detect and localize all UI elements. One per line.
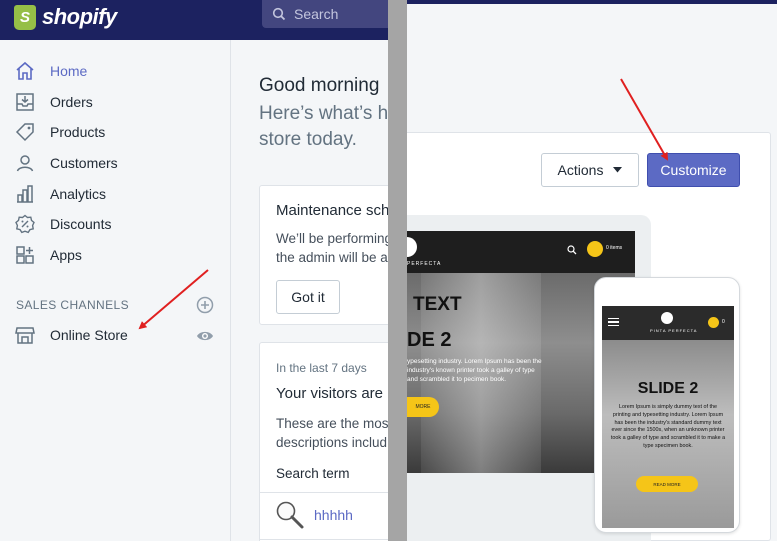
home-icon: [16, 61, 34, 80]
eye-icon[interactable]: [196, 327, 214, 345]
preview-text-heading: TEXT: [413, 294, 462, 315]
preview-slide-title: DE 2: [407, 329, 452, 351]
maintenance-text-line2: the admin will be a: [276, 250, 388, 265]
visitors-card: In the last 7 days Your visitors are The…: [259, 342, 388, 541]
add-channel-icon[interactable]: [196, 296, 214, 314]
orders-icon: [16, 93, 34, 111]
shopify-logo[interactable]: S shopify: [14, 2, 117, 32]
preview-logo-icon: [407, 237, 417, 257]
got-it-button[interactable]: Got it: [276, 280, 340, 314]
store-icon: [15, 327, 35, 344]
sales-channels-title: SALES CHANNELS: [16, 298, 129, 312]
sidebar-item-products[interactable]: Products: [14, 120, 105, 144]
divider: [260, 492, 388, 493]
sidebar-item-online-store[interactable]: Online Store: [14, 323, 128, 347]
sidebar-item-discounts[interactable]: Discounts: [14, 212, 111, 236]
customers-icon: [16, 155, 34, 172]
mobile-hero-slide: SLIDE 2 Lorem Ipsum is simply dummy text…: [602, 340, 734, 528]
sidebar-item-label: Discounts: [50, 216, 112, 232]
preview-search-icon: [567, 245, 577, 255]
mobile-theme-preview: PINTA PERFECTA 0 SLIDE 2 Lorem Ipsum is …: [594, 277, 740, 533]
search-bar[interactable]: Search: [262, 0, 388, 28]
greeting-subtitle-line2: store today.: [259, 129, 357, 150]
actions-dropdown-button[interactable]: Actions: [541, 153, 639, 187]
sidebar-item-label: Orders: [50, 94, 93, 110]
sidebar-item-orders[interactable]: Orders: [14, 90, 93, 114]
maintenance-title: Maintenance sch: [276, 202, 388, 219]
mobile-slide-title: SLIDE 2: [637, 380, 699, 397]
preview-read-more: MORE: [407, 397, 439, 417]
greeting-title: Good morning: [259, 75, 380, 96]
shopify-bag-icon: S: [14, 4, 36, 30]
sidebar: Home Orders Products Customers Analytics…: [0, 40, 231, 541]
visitors-period: In the last 7 days: [276, 361, 367, 375]
sidebar-item-label: Analytics: [50, 186, 107, 202]
top-bar-edge: [407, 0, 777, 4]
mobile-read-more: READ MORE: [636, 476, 698, 492]
preview-navbar: PERFECTA 0 items: [407, 231, 635, 273]
discount-icon: [15, 214, 35, 234]
mobile-navbar: PINTA PERFECTA 0: [602, 306, 734, 340]
sidebar-item-analytics[interactable]: Analytics: [14, 182, 106, 206]
sidebar-item-label: Apps: [50, 247, 82, 263]
preview-cart-count: 0 items: [606, 245, 623, 251]
caret-down-icon: [613, 167, 623, 173]
sidebar-item-customers[interactable]: Customers: [14, 151, 118, 175]
maintenance-text-line1: We’ll be performing: [276, 231, 388, 246]
brand-name: shopify: [42, 4, 117, 29]
search-term-link[interactable]: hhhhh: [314, 507, 353, 523]
shopify-admin: S shopify Search Home Orders Products Cu…: [0, 0, 388, 541]
search-placeholder: Search: [294, 6, 339, 22]
mobile-brand: PINTA PERFECTA: [650, 328, 698, 333]
preview-cart-icon: [587, 241, 603, 257]
analytics-icon: [17, 185, 33, 203]
hamburger-menu-icon: [608, 318, 619, 326]
visitors-title: Your visitors are: [276, 385, 383, 402]
greeting-subtitle: Here’s what’s h store today.: [259, 101, 388, 153]
mobile-slide-text: Lorem Ipsum is simply dummy text of the …: [610, 404, 726, 449]
home-main: Good morning Here’s what’s h store today…: [232, 40, 388, 541]
top-bar: S shopify Search: [0, 0, 388, 40]
greeting-subtitle-line1: Here’s what’s h: [259, 103, 388, 124]
tag-icon: [15, 123, 34, 142]
actions-label: Actions: [557, 162, 604, 178]
magnifier-icon: [276, 501, 304, 529]
preview-slide-text: ypesetting industry. Lorem Ipsum has bee…: [407, 358, 542, 383]
divider: [260, 539, 388, 540]
mobile-cart-icon: [708, 317, 719, 328]
sidebar-item-apps[interactable]: Apps: [14, 243, 82, 267]
sidebar-item-label: Online Store: [50, 327, 128, 343]
sidebar-item-home[interactable]: Home: [14, 59, 87, 83]
maintenance-card: Maintenance sch We’ll be performing the …: [259, 185, 388, 325]
visitors-text-line2: descriptions includ: [276, 435, 388, 450]
panel-separator: [388, 0, 407, 541]
apps-icon: [16, 246, 34, 264]
search-icon: [272, 7, 286, 21]
mobile-logo-icon: [661, 312, 673, 324]
sidebar-item-label: Customers: [50, 155, 118, 171]
sidebar-item-label: Products: [50, 124, 106, 140]
preview-brand: PERFECTA: [407, 261, 442, 267]
visitors-text-line1: These are the most: [276, 416, 388, 431]
customize-button[interactable]: Customize: [647, 153, 740, 187]
search-term-header: Search term: [276, 466, 350, 481]
mobile-cart-count: 0: [722, 319, 725, 325]
mobile-screen: PINTA PERFECTA 0 SLIDE 2 Lorem Ipsum is …: [602, 306, 734, 528]
sidebar-item-label: Home: [50, 63, 88, 79]
themes-panel: Actions Customize PERFECTA 0 items DE 2 …: [407, 0, 777, 541]
